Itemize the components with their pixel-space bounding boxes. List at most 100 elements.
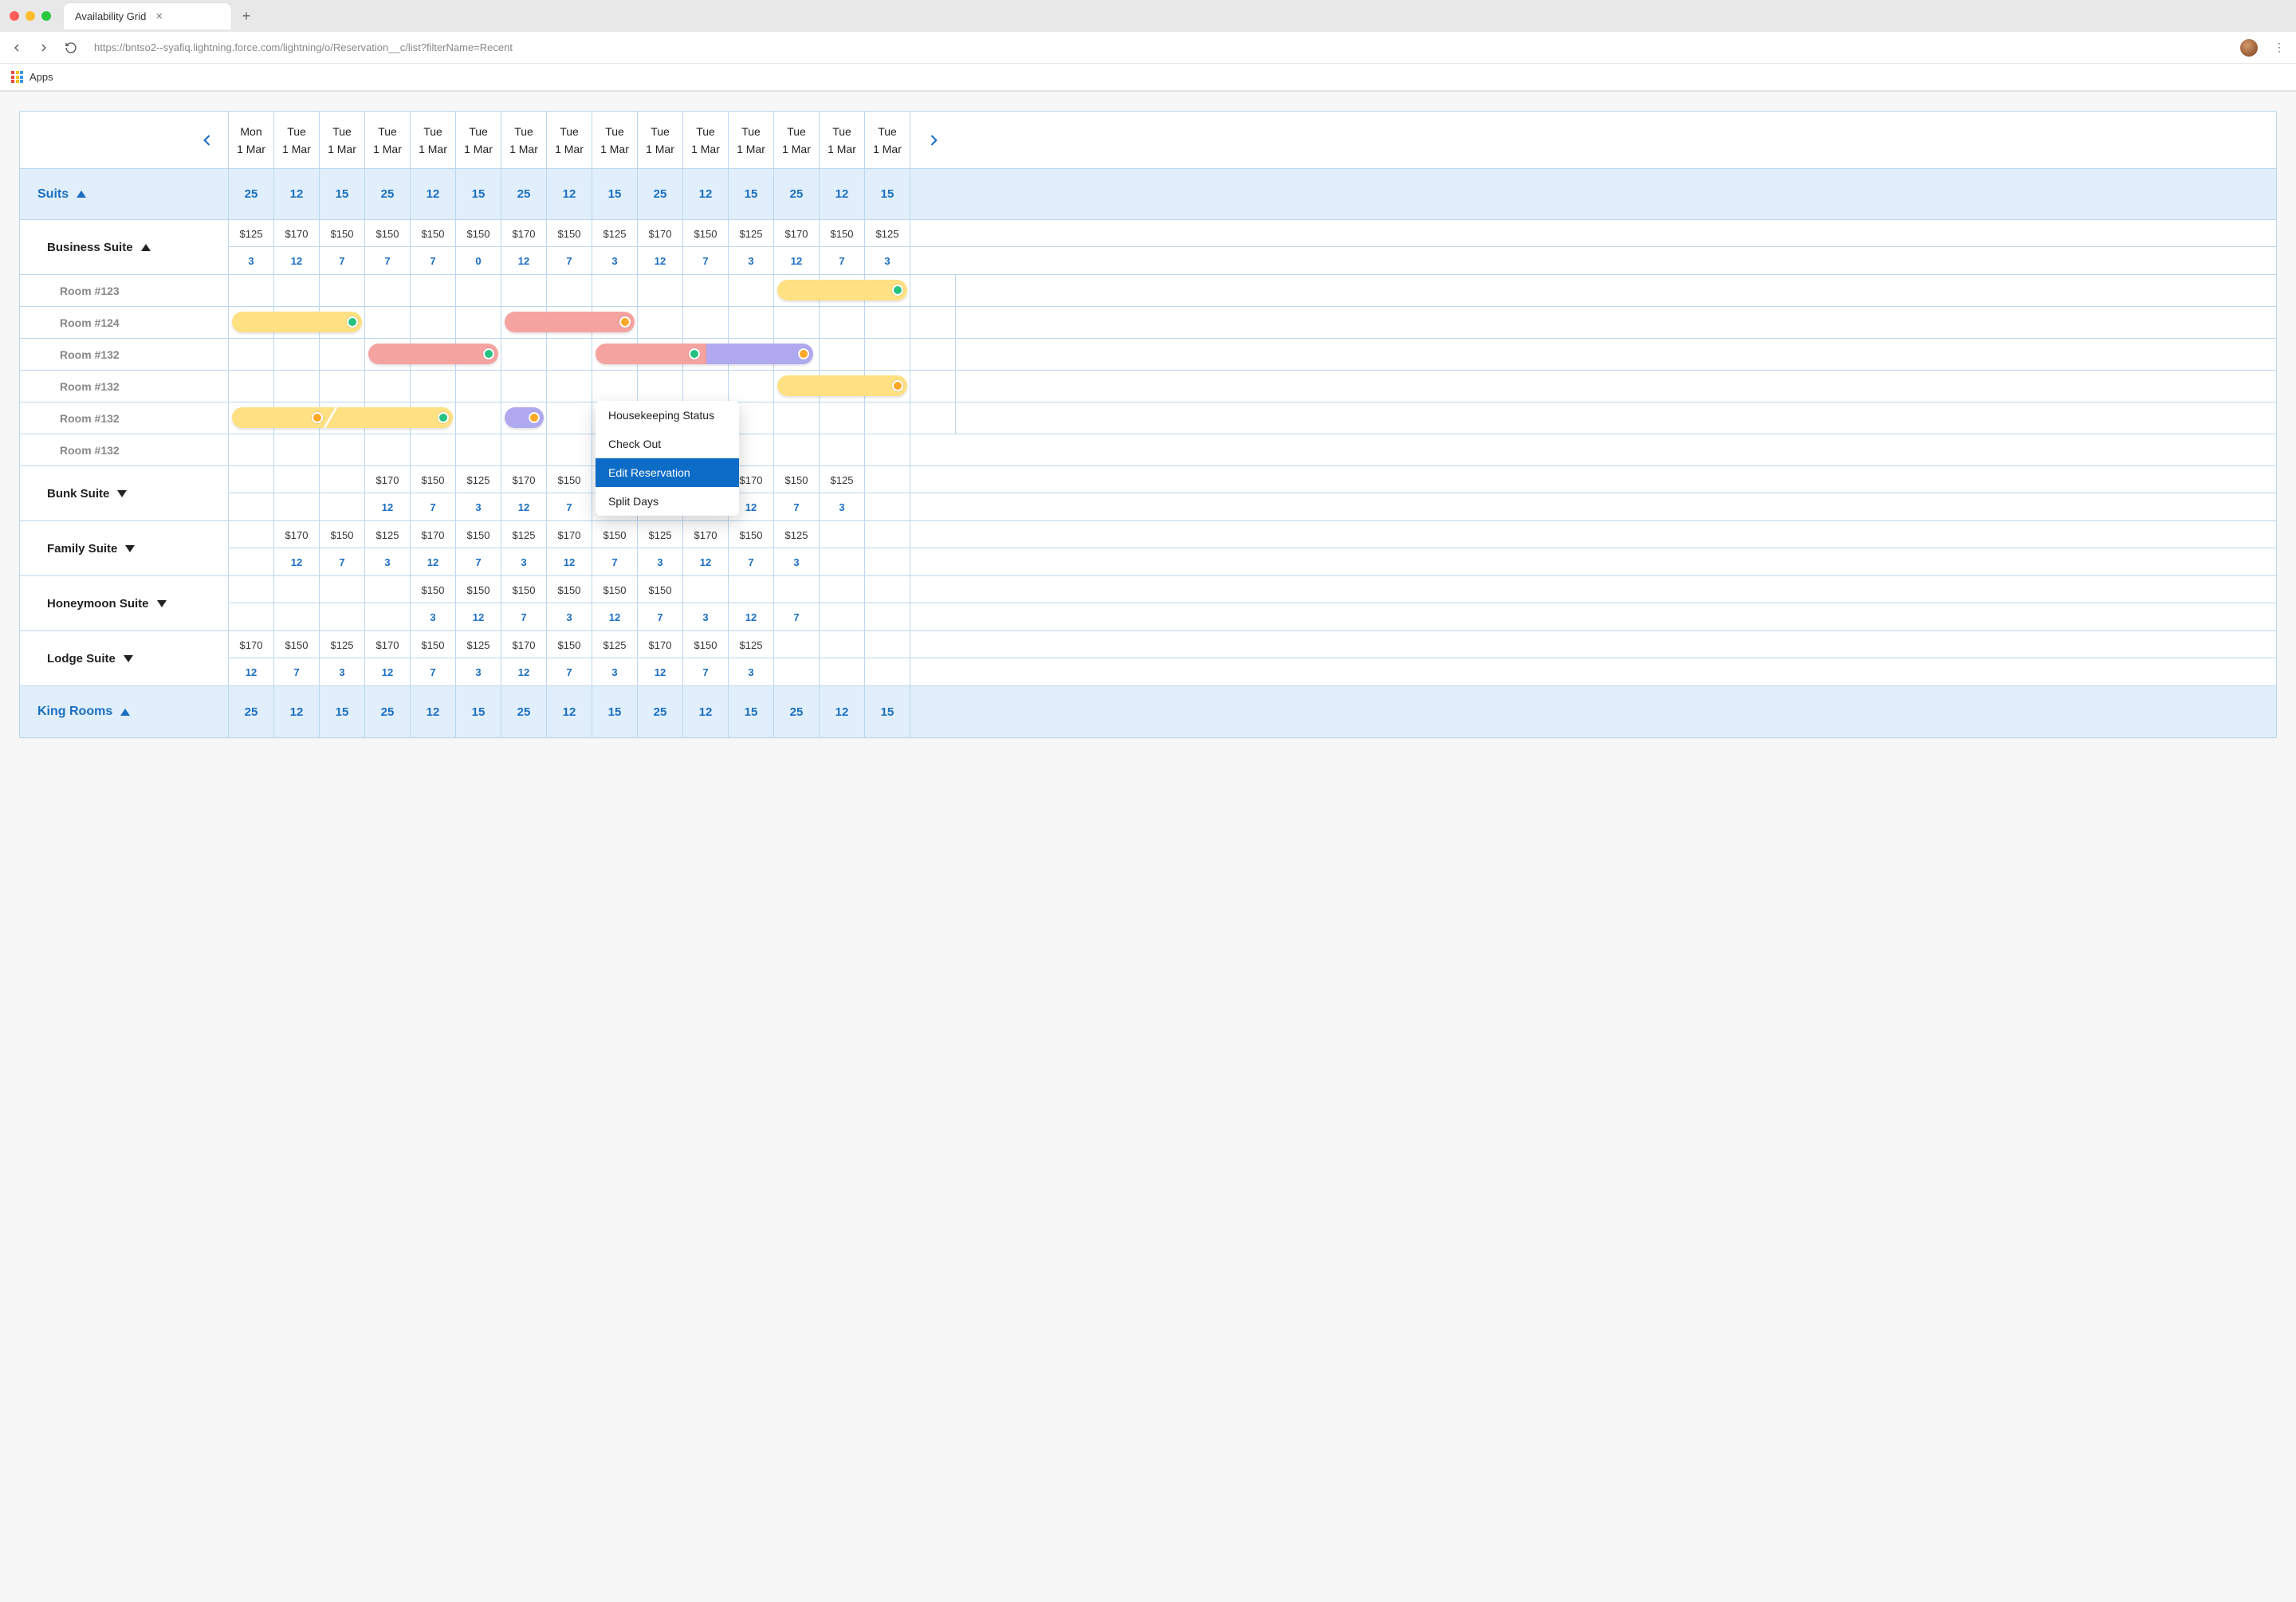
grid-cell[interactable] — [365, 275, 411, 307]
grid-cell[interactable] — [729, 275, 774, 307]
grid-cell[interactable] — [729, 307, 774, 339]
grid-cell[interactable] — [456, 307, 501, 339]
grid-cell[interactable] — [320, 434, 365, 466]
grid-cell[interactable] — [456, 434, 501, 466]
grid-cell[interactable] — [683, 275, 729, 307]
grid-cell[interactable] — [910, 275, 956, 307]
grid-cell[interactable] — [774, 402, 820, 434]
grid-cell[interactable] — [910, 307, 956, 339]
grid-cell[interactable] — [501, 371, 547, 402]
nav-forward-button[interactable] — [35, 39, 53, 57]
grid-cell[interactable] — [865, 402, 910, 434]
reservation-bar[interactable] — [505, 312, 635, 332]
reservation-bar[interactable] — [777, 375, 907, 396]
section-suits-label[interactable]: Suits — [20, 169, 229, 219]
grid-cell[interactable] — [274, 371, 320, 402]
new-tab-button[interactable]: + — [236, 6, 257, 26]
grid-cell[interactable] — [910, 402, 956, 434]
apps-label[interactable]: Apps — [29, 71, 53, 83]
suite-honeymoon-label[interactable]: Honeymoon Suite — [20, 576, 229, 630]
grid-cell[interactable] — [547, 402, 592, 434]
grid-cell[interactable] — [638, 307, 683, 339]
section-suits[interactable]: Suits 251215251215251215251215251215 — [20, 169, 2276, 220]
reservation-bar[interactable] — [232, 312, 362, 332]
grid-cell[interactable] — [229, 339, 274, 371]
grid-cell[interactable] — [411, 307, 456, 339]
grid-cell[interactable] — [638, 275, 683, 307]
grid-cell[interactable] — [411, 434, 456, 466]
grid-cell[interactable] — [729, 371, 774, 402]
grid-prev-button[interactable] — [37, 112, 228, 168]
nav-back-button[interactable] — [8, 39, 26, 57]
reservation-bar[interactable] — [596, 344, 706, 364]
grid-cell[interactable] — [320, 275, 365, 307]
grid-cell[interactable] — [411, 275, 456, 307]
menu-housekeeping[interactable]: Housekeeping Status — [596, 401, 739, 430]
grid-cell[interactable] — [365, 307, 411, 339]
grid-cell[interactable] — [774, 307, 820, 339]
grid-cell[interactable] — [547, 434, 592, 466]
window-controls[interactable] — [10, 11, 51, 21]
reservation-bar[interactable] — [368, 344, 498, 364]
grid-cell[interactable] — [365, 371, 411, 402]
grid-cell[interactable] — [910, 371, 956, 402]
grid-next-button[interactable] — [910, 112, 956, 168]
reservation-bar[interactable] — [232, 407, 453, 428]
section-king-rooms[interactable]: King Rooms 25121525121525121525121525121… — [20, 686, 2276, 737]
browser-tab[interactable]: Availability Grid × — [64, 3, 231, 29]
window-close[interactable] — [10, 11, 19, 21]
grid-cell[interactable] — [456, 371, 501, 402]
reservation-bar[interactable] — [505, 407, 544, 428]
grid-cell[interactable] — [229, 434, 274, 466]
suite-business-label[interactable]: Business Suite — [20, 220, 229, 274]
reservation-bar[interactable] — [706, 344, 814, 364]
grid-cell[interactable] — [274, 434, 320, 466]
grid-cell[interactable] — [501, 275, 547, 307]
reservation-bar[interactable] — [777, 280, 907, 300]
grid-cell[interactable] — [320, 339, 365, 371]
grid-cell[interactable] — [501, 339, 547, 371]
suite-family-label[interactable]: Family Suite — [20, 521, 229, 575]
grid-cell[interactable] — [229, 275, 274, 307]
grid-cell[interactable] — [274, 339, 320, 371]
grid-cell[interactable] — [592, 275, 638, 307]
grid-cell[interactable] — [683, 307, 729, 339]
grid-cell[interactable] — [910, 339, 956, 371]
suite-lodge-label[interactable]: Lodge Suite — [20, 631, 229, 685]
apps-icon[interactable] — [11, 71, 23, 83]
nav-reload-button[interactable] — [62, 39, 80, 57]
close-tab-icon[interactable]: × — [155, 10, 163, 23]
grid-cell[interactable] — [820, 307, 865, 339]
grid-cell[interactable] — [820, 434, 865, 466]
grid-cell[interactable] — [274, 275, 320, 307]
grid-cell[interactable] — [547, 275, 592, 307]
grid-cell[interactable] — [820, 339, 865, 371]
grid-cell[interactable] — [638, 371, 683, 402]
grid-cell[interactable] — [683, 371, 729, 402]
grid-cell[interactable] — [547, 339, 592, 371]
menu-checkout[interactable]: Check Out — [596, 430, 739, 458]
browser-menu-icon[interactable]: ⋮ — [2270, 41, 2288, 54]
grid-cell[interactable] — [320, 371, 365, 402]
grid-cell[interactable] — [774, 434, 820, 466]
suite-bunk-label[interactable]: Bunk Suite — [20, 466, 229, 520]
section-king-label[interactable]: King Rooms — [20, 686, 229, 737]
grid-cell[interactable] — [865, 339, 910, 371]
menu-split-days[interactable]: Split Days — [596, 487, 739, 516]
menu-edit-reservation[interactable]: Edit Reservation — [596, 458, 739, 487]
grid-cell[interactable] — [910, 434, 956, 466]
grid-cell[interactable] — [865, 434, 910, 466]
window-minimize[interactable] — [26, 11, 35, 21]
grid-cell[interactable] — [547, 371, 592, 402]
grid-cell[interactable] — [501, 434, 547, 466]
window-maximize[interactable] — [41, 11, 51, 21]
profile-avatar[interactable] — [2240, 39, 2258, 57]
grid-cell[interactable] — [411, 371, 456, 402]
grid-cell[interactable] — [229, 371, 274, 402]
grid-cell[interactable] — [865, 307, 910, 339]
grid-cell[interactable] — [456, 402, 501, 434]
grid-cell[interactable] — [820, 402, 865, 434]
grid-cell[interactable] — [592, 371, 638, 402]
grid-cell[interactable] — [365, 434, 411, 466]
grid-cell[interactable] — [456, 275, 501, 307]
